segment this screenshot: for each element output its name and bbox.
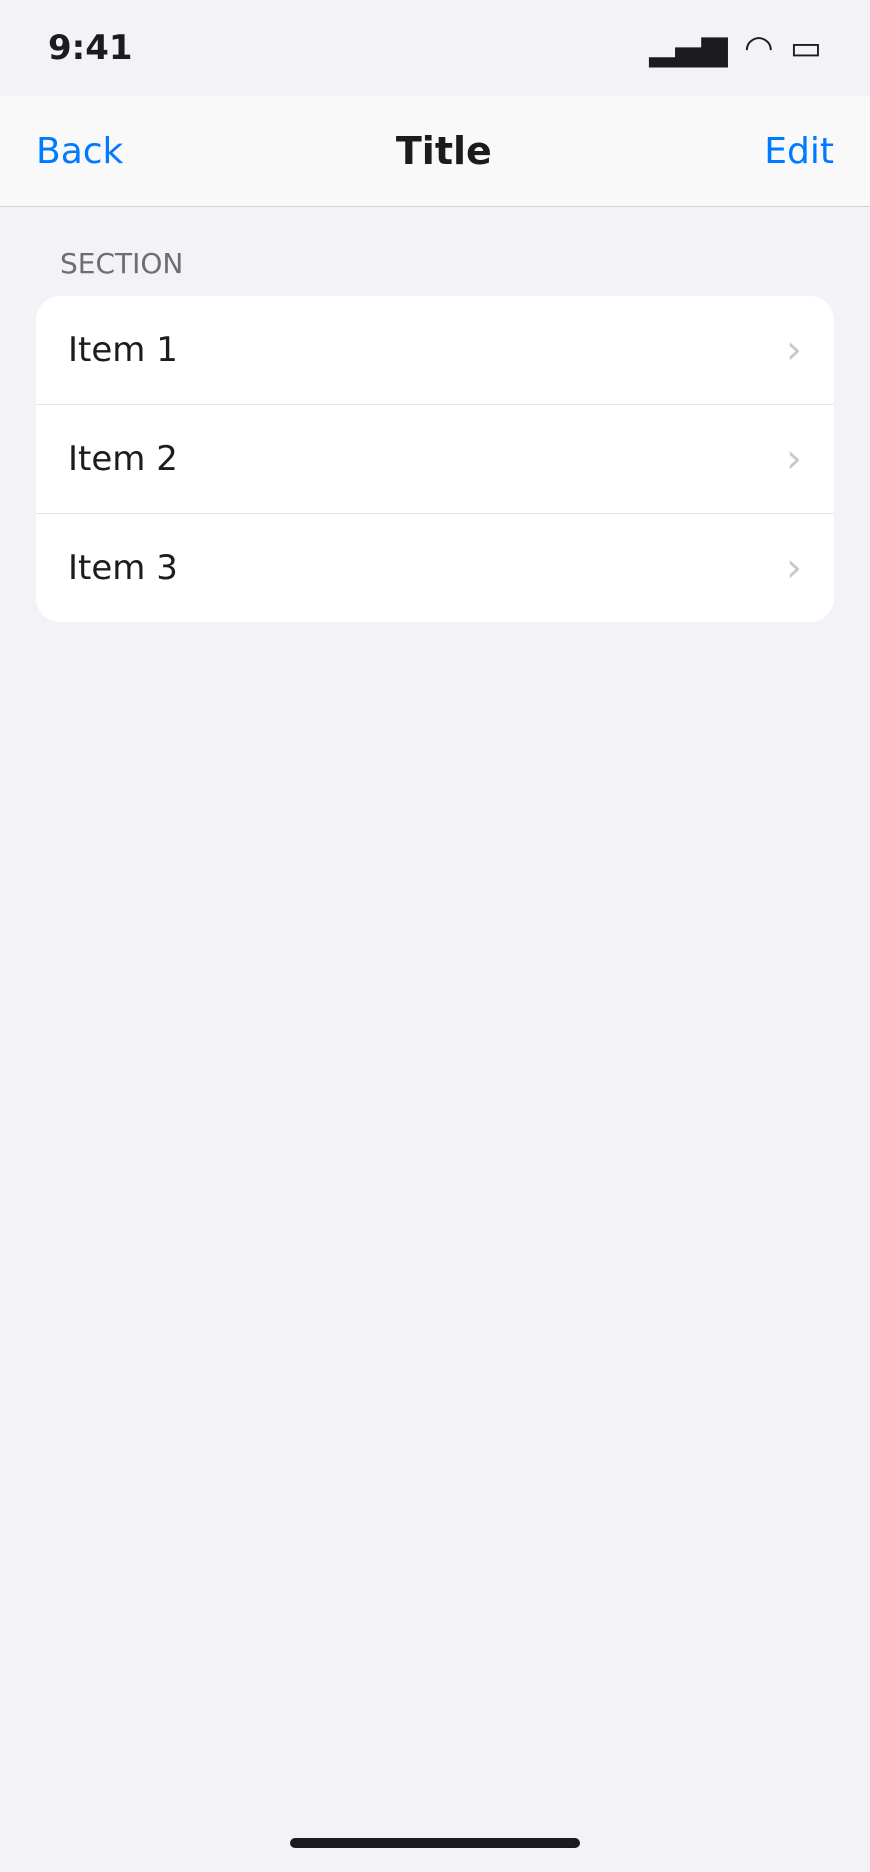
section-header: SECTION xyxy=(60,247,184,280)
status-time: 9:41 xyxy=(48,28,133,68)
chevron-right-icon: › xyxy=(786,436,802,482)
home-indicator xyxy=(290,1838,580,1848)
content: SECTION Item 1 › Item 2 › Item 3 › xyxy=(0,207,870,662)
list-item[interactable]: Item 1 › xyxy=(36,296,834,405)
back-button[interactable]: Back xyxy=(36,131,123,172)
status-icons: ▂▄▆ ◠ ▭ xyxy=(649,28,822,68)
list-item-label: Item 1 xyxy=(68,330,178,370)
chevron-right-icon: › xyxy=(786,545,802,591)
battery-icon: ▭ xyxy=(789,28,822,68)
status-bar: 9:41 ▂▄▆ ◠ ▭ xyxy=(0,0,870,96)
list-item-label: Item 2 xyxy=(68,439,178,479)
signal-icon: ▂▄▆ xyxy=(649,28,728,68)
list-item[interactable]: Item 3 › xyxy=(36,514,834,622)
navigation-bar: Back Title Edit xyxy=(0,96,870,207)
list-item[interactable]: Item 2 › xyxy=(36,405,834,514)
settings-list: Item 1 › Item 2 › Item 3 › xyxy=(36,296,834,622)
edit-button[interactable]: Edit xyxy=(764,131,834,172)
page-title: Title xyxy=(395,129,492,173)
list-item-label: Item 3 xyxy=(68,548,178,588)
chevron-right-icon: › xyxy=(786,327,802,373)
wifi-icon: ◠ xyxy=(745,28,772,68)
